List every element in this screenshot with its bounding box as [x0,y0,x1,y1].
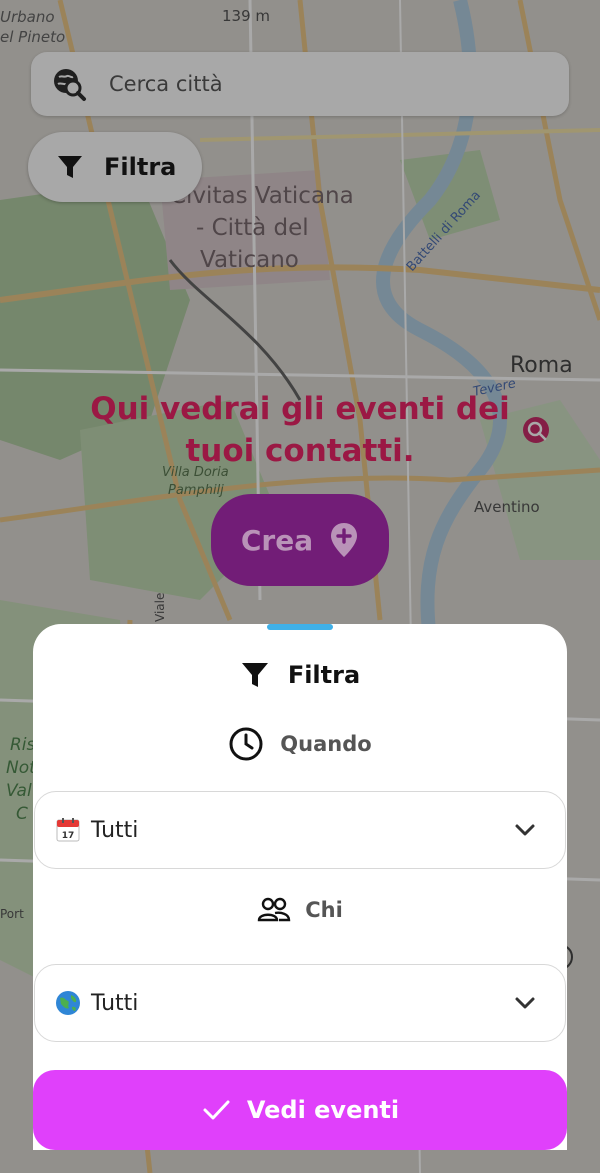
search-input[interactable]: Cerca città [109,72,223,96]
sheet-title: Filtra [33,660,567,690]
clock-icon [229,727,263,761]
create-event-label: Crea [240,523,314,557]
filter-icon [58,156,82,178]
chevron-down-icon [515,997,535,1009]
chevron-down-icon [515,824,535,836]
see-events-button[interactable]: Vedi eventi [33,1070,567,1150]
check-icon [203,1100,230,1120]
when-section-header: Quando [33,726,567,762]
filter-button-label: Filtra [104,153,177,181]
when-label: Quando [280,732,372,756]
sheet-title-label: Filtra [287,661,361,689]
add-location-icon [331,523,358,557]
city-search-bar[interactable]: Cerca città [31,52,569,116]
people-icon [258,897,291,922]
who-section-header: Chi [33,896,567,924]
empty-state-line-1: Qui vedrai gli eventi dei [90,391,510,427]
when-selected-value: Tutti [91,817,139,843]
globe-icon [56,991,80,1015]
when-dropdown[interactable]: 17 Tutti [34,791,566,869]
globe-search-icon [54,69,86,101]
see-events-label: Vedi eventi [246,1096,400,1124]
empty-state-line-2: tuoi contatti. [185,433,415,469]
who-label: Chi [305,898,343,922]
sheet-drag-handle[interactable] [267,624,333,630]
who-selected-value: Tutti [91,990,139,1016]
empty-state-message: Qui vedrai gli eventi dei tuoi contatti. [40,388,560,472]
create-event-button[interactable]: Crea [211,494,389,586]
svg-text:17: 17 [62,831,75,841]
who-dropdown[interactable]: Tutti [34,964,566,1042]
filter-button[interactable]: Filtra [28,132,202,202]
calendar-icon: 17 [56,818,80,842]
filter-icon [241,663,268,687]
